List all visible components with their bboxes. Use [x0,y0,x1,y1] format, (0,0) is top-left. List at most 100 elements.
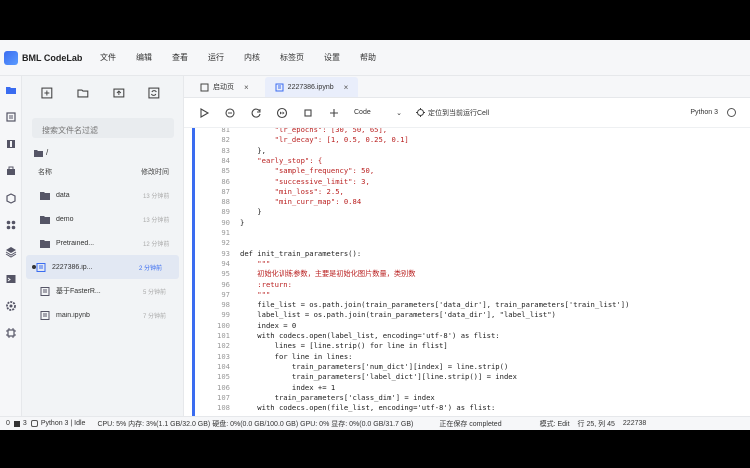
notebook-icon [40,286,50,296]
close-icon[interactable]: × [244,83,249,92]
notebook-icon [275,83,284,91]
line-number: 85 [221,166,230,176]
menubar: BML CodeLab 文件 编辑 查看 运行 内核 标签页 设置 帮助 [0,40,750,76]
folder-icon [40,191,50,200]
line-number: 87 [221,186,230,196]
restart-icon[interactable] [224,107,236,119]
file-name: 2227386.ip... [52,263,93,271]
folder-icon [40,215,50,224]
locate-running-cell-button[interactable]: 定位到当前运行Cell [416,108,489,118]
breadcrumb-path[interactable]: / [46,148,48,157]
kernel-status-icon [727,108,736,117]
line-number: 108 [217,403,230,413]
activity-chip[interactable] [0,319,22,346]
line-number: 100 [217,320,230,330]
menu-item[interactable]: 运行 [208,52,224,63]
line-number: 93 [221,248,230,258]
status-terminals[interactable]: 0 [6,420,10,427]
line-number: 81 [221,128,230,134]
notebook-icon [40,310,50,320]
menu-item[interactable]: 帮助 [360,52,376,63]
code-line: label_list = os.path.join(train_paramete… [240,310,556,320]
kernel-name[interactable]: Python 3 [690,109,718,116]
activity-commands[interactable] [0,130,22,157]
activity-settings[interactable] [0,292,22,319]
file-modified: 5 分钟前 [143,289,167,296]
file-browser: / 名称 修改时间 data 13 分钟前 demo 13 分钟前 Pretrained… [22,76,184,416]
tab-label: 启动页 [213,84,234,91]
fast-forward-icon[interactable] [276,107,288,119]
status-kernel[interactable]: Python 3 | Idle [41,420,86,427]
file-name: demo [56,215,74,223]
column-modified[interactable]: 修改时间 [141,167,169,177]
line-number: 101 [217,331,230,340]
file-row[interactable]: data 13 分钟前 [22,183,183,207]
activity-data[interactable] [0,184,22,211]
new-launcher-icon[interactable] [40,86,54,100]
code-cell[interactable]: 81 "lr_epochs": [30, 50, 65], 82 "lr_deca… [184,128,750,416]
activity-apps[interactable] [0,211,22,238]
run-icon[interactable] [198,107,210,119]
status-mode[interactable]: 模式: Edit [540,419,570,429]
line-number: 105 [217,372,230,382]
breadcrumb: / [34,148,183,157]
activity-running[interactable] [0,103,22,130]
chevron-down-icon: ⌄ [396,109,402,117]
column-name[interactable]: 名称 [38,167,52,177]
line-number: 102 [217,341,230,351]
status-file: 222738 [622,420,647,427]
code-line: file_list = os.path.join(train_parameter… [240,300,630,310]
refresh-icon[interactable] [147,86,161,100]
folder-icon [34,149,43,157]
file-row[interactable]: demo 13 分钟前 [22,207,183,231]
menu-item[interactable]: 编辑 [136,52,152,63]
bag-icon [7,166,15,175]
close-icon[interactable]: × [344,83,349,92]
file-name: 基于FasterR... [56,288,101,295]
code-line: index = 0 [240,320,297,330]
new-folder-icon[interactable] [76,86,90,100]
activity-files[interactable] [0,76,22,103]
cell-type-select[interactable]: Code ⌄ [354,109,402,117]
file-row[interactable]: main.ipynb 7 分钟前 [22,303,183,327]
activity-layers[interactable] [0,238,22,265]
add-cell-icon[interactable] [328,107,340,119]
tab-launcher[interactable]: 启动页 × [190,77,259,97]
menu-item[interactable]: 查看 [172,52,188,63]
file-modified: 12 分钟前 [143,241,170,248]
file-row[interactable]: Pretrained... 12 分钟前 [22,231,183,255]
refresh-icon[interactable] [250,107,262,119]
menu-item[interactable]: 内核 [244,52,260,63]
activity-bar [0,76,22,416]
cell-type-value: Code [354,108,371,116]
status-kernels[interactable]: 3 [23,420,27,427]
file-name: data [56,191,70,199]
book-icon [7,139,15,148]
gear-icon [6,300,16,311]
menu-item[interactable]: 文件 [100,52,116,63]
status-python-icon [30,420,38,427]
file-filter-input[interactable] [32,118,174,138]
file-modified: 7 分钟前 [143,313,167,320]
code-line: :return: [240,279,292,289]
upload-icon[interactable] [112,86,126,100]
cell-active-indicator [192,128,195,416]
line-number: 95 [221,269,230,279]
stop-icon[interactable] [302,107,314,119]
code-line: with codecs.open(label_list, encoding='u… [240,331,500,340]
line-number: 104 [217,361,230,371]
notebook-toolbar: Code ⌄ 定位到当前运行Cell Python 3 [184,98,750,128]
code-line: "sample_frequency": 50, [240,166,375,176]
activity-extensions[interactable] [0,157,22,184]
code-line: """ [240,289,271,299]
line-number: 99 [221,310,230,320]
activity-terminal[interactable] [0,265,22,292]
file-row[interactable]: 基于FasterR... 5 分钟前 [22,279,183,303]
code-line: train_parameters['num_dict'][index] = li… [240,361,509,371]
menu-item[interactable]: 设置 [324,52,340,63]
code-line: "successive_limit": 3, [240,176,370,186]
tab-notebook[interactable]: 2227386.ipynb × [264,77,359,97]
file-row[interactable]: 2227386.ip... 2 分钟前 [26,255,179,279]
menu-item[interactable]: 标签页 [280,52,304,63]
status-position[interactable]: 行 25, 列 45 [578,419,615,429]
